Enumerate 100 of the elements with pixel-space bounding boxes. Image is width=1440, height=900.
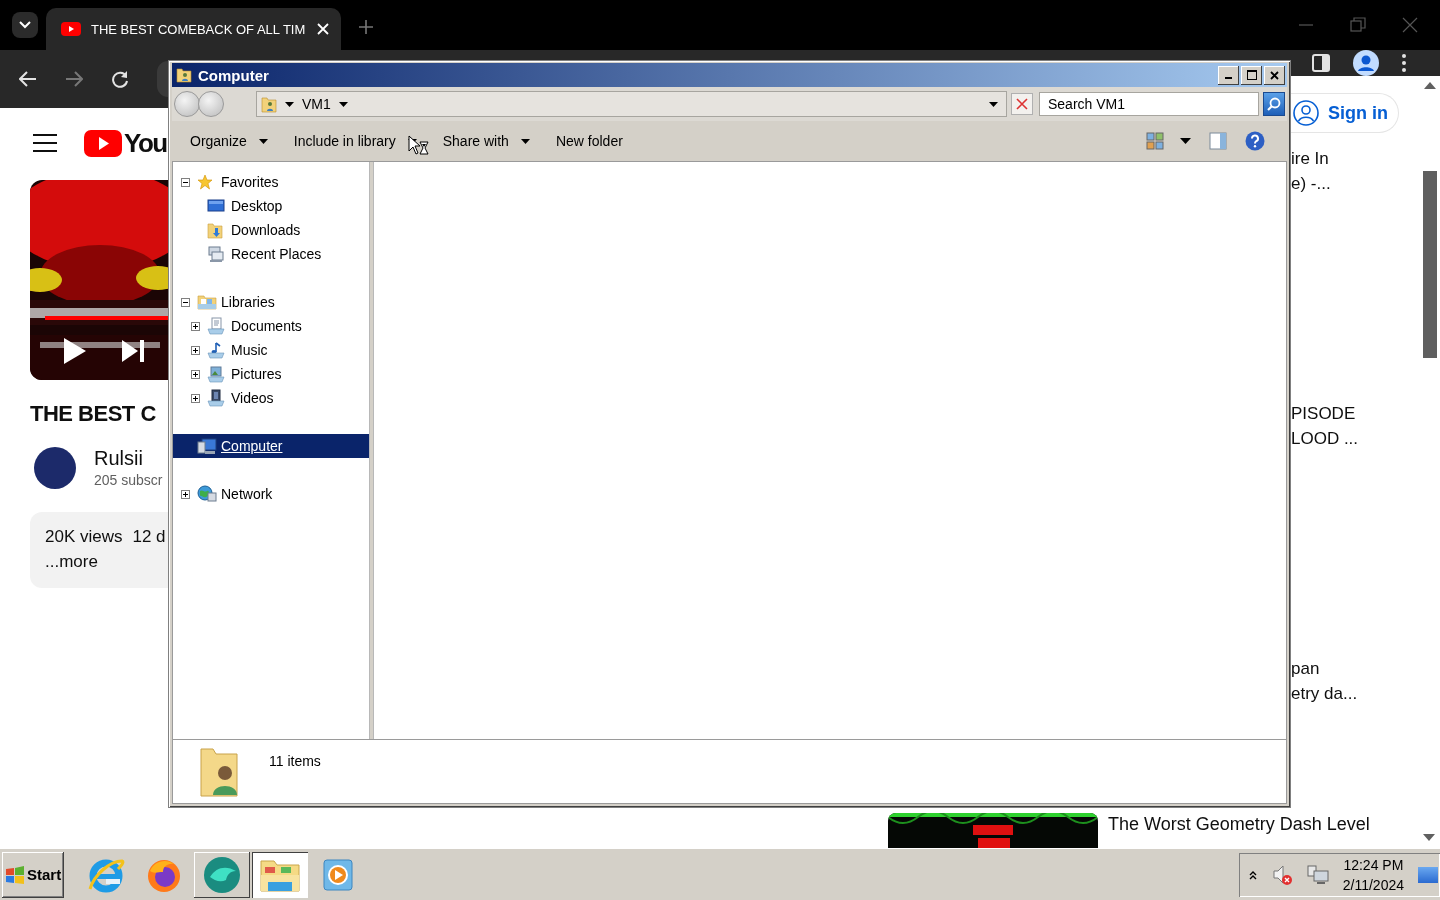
maximize-button[interactable] xyxy=(1241,65,1262,85)
description-card[interactable]: 20K views 12 d ...more xyxy=(30,512,168,588)
sign-in-button[interactable]: Sign in xyxy=(1291,93,1399,133)
more-icon[interactable] xyxy=(1402,54,1406,72)
start-button[interactable]: Start xyxy=(2,851,64,898)
reload-icon[interactable] xyxy=(111,70,129,88)
document-library-icon xyxy=(207,317,225,335)
more-link[interactable]: ...more xyxy=(45,552,98,571)
expand-toggle-icon[interactable] xyxy=(191,369,200,379)
tree-item[interactable]: Recent Places xyxy=(173,242,369,266)
channel-avatar[interactable] xyxy=(34,447,76,489)
video-title[interactable]: pan xyxy=(1291,656,1422,681)
profile-icon[interactable] xyxy=(1353,50,1379,76)
tree-item[interactable]: Desktop xyxy=(173,194,369,218)
tree-item[interactable]: Computer xyxy=(173,434,369,458)
play-icon xyxy=(320,856,356,893)
expand-toggle-icon[interactable] xyxy=(191,393,200,403)
show-hidden-icons-icon[interactable] xyxy=(1248,869,1257,880)
recent-places-icon xyxy=(207,245,225,263)
download-folder-icon xyxy=(207,221,223,239)
item-count: 11 items xyxy=(269,753,321,769)
channel-name[interactable]: Rulsii xyxy=(94,446,163,470)
close-button[interactable] xyxy=(1264,65,1285,85)
side-panel-icon[interactable] xyxy=(1312,54,1330,72)
star-icon xyxy=(197,174,213,190)
flag-icon xyxy=(5,864,25,885)
search-button[interactable] xyxy=(1263,92,1285,116)
tree-item[interactable]: Pictures xyxy=(173,362,369,386)
speaker-muted-icon[interactable] xyxy=(1270,863,1293,886)
video-title[interactable]: etry da... xyxy=(1291,681,1422,706)
scroll-down-icon[interactable] xyxy=(1423,834,1435,841)
address-field[interactable]: VM1 xyxy=(256,91,1007,117)
taskbar-button[interactable] xyxy=(252,851,308,898)
upload-age: 12 d xyxy=(132,526,166,548)
network-icon[interactable] xyxy=(1306,863,1329,886)
date-text: 2/11/2024 xyxy=(1342,875,1404,895)
pictures-library-icon xyxy=(207,365,225,383)
tree-item[interactable]: Favorites xyxy=(173,170,369,194)
time-text: 12:24 PM xyxy=(1342,855,1404,875)
logo-text[interactable]: You xyxy=(124,127,167,159)
toolbar-button[interactable]: Organize xyxy=(184,129,274,153)
history-dropdown-button[interactable] xyxy=(989,101,998,107)
tab-title: THE BEST COMEBACK OF ALL TIM xyxy=(91,21,307,37)
tree-item[interactable]: Libraries xyxy=(173,290,369,314)
caret-icon[interactable] xyxy=(1180,138,1191,144)
search-field[interactable]: Search VM1 xyxy=(1039,92,1259,116)
subscriber-count: 205 subscr xyxy=(94,471,163,490)
scroll-up-icon[interactable] xyxy=(1424,82,1436,89)
location-icon xyxy=(261,95,277,113)
close-icon xyxy=(1270,70,1279,80)
browser-tab[interactable]: THE BEST COMEBACK OF ALL TIM xyxy=(46,8,341,50)
clock[interactable]: 12:24 PM 2/11/2024 xyxy=(1342,854,1404,895)
video-play-icon xyxy=(84,129,122,157)
tree-item[interactable]: Videos xyxy=(173,386,369,410)
minimize-button[interactable] xyxy=(1218,65,1239,85)
close-icon xyxy=(1016,98,1028,110)
expand-toggle-icon[interactable] xyxy=(191,345,200,355)
computer-icon xyxy=(197,437,217,455)
new-tab-icon[interactable] xyxy=(359,20,373,34)
tree-item[interactable]: Downloads xyxy=(173,218,369,242)
scroll-thumb[interactable] xyxy=(1423,171,1437,358)
collapse-toggle-icon[interactable] xyxy=(181,177,190,187)
show-desktop-button[interactable] xyxy=(1418,866,1438,883)
video-library-icon xyxy=(207,389,225,407)
video-title[interactable]: e) -... xyxy=(1291,171,1422,196)
expand-toggle-icon[interactable] xyxy=(181,489,190,499)
tree-item[interactable]: Music xyxy=(173,338,369,362)
toolbar-button[interactable]: New folder xyxy=(549,129,629,153)
breadcrumb-item[interactable]: VM1 xyxy=(302,96,348,112)
help-icon[interactable] xyxy=(1245,131,1265,151)
desktop-icon xyxy=(207,198,225,214)
music-library-icon xyxy=(207,341,225,359)
tree-item[interactable]: Network xyxy=(173,482,369,506)
video-title[interactable]: PISODE xyxy=(1291,401,1422,426)
clear-button[interactable] xyxy=(1011,93,1033,115)
collapse-toggle-icon[interactable] xyxy=(181,297,190,307)
caret-icon xyxy=(285,101,294,107)
window-title: Computer xyxy=(198,66,270,84)
menu-icon[interactable] xyxy=(33,134,57,152)
back-icon[interactable] xyxy=(19,71,37,87)
taskbar-button[interactable] xyxy=(194,851,250,898)
video-title[interactable]: The Worst Geometry Dash Level xyxy=(1108,814,1370,835)
bird-app-icon xyxy=(202,854,242,895)
tab-list-button[interactable] xyxy=(12,12,38,38)
video-title[interactable]: ire In xyxy=(1291,146,1422,171)
video-title[interactable]: LOOD ... xyxy=(1291,426,1422,451)
folder-icon xyxy=(176,67,192,83)
video-title: THE BEST C xyxy=(30,400,157,428)
toolbar-button[interactable]: Share with xyxy=(436,129,536,153)
library-folder-icon xyxy=(197,294,217,310)
maximize-icon xyxy=(1246,70,1257,80)
tree-item[interactable]: Documents xyxy=(173,314,369,338)
next-icon[interactable] xyxy=(122,340,144,362)
expand-toggle-icon[interactable] xyxy=(191,321,200,331)
video-play-icon xyxy=(61,22,81,36)
play-icon[interactable] xyxy=(64,338,86,364)
search-icon xyxy=(1267,97,1281,111)
cursor-icon xyxy=(408,135,430,157)
chevron-icon xyxy=(19,21,31,29)
account-icon xyxy=(1293,100,1319,126)
